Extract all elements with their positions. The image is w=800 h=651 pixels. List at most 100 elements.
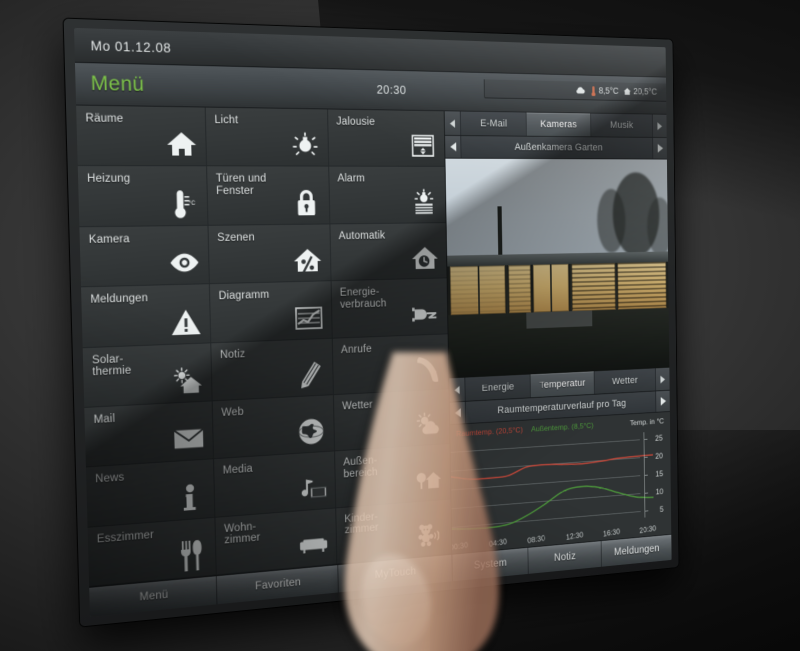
camera-tabs-next-button[interactable] (651, 114, 667, 138)
menu-grid-panel: Räume Licht Jalousie Heizung °C Türen und Fen… (76, 105, 453, 617)
menu-item-esszimmer[interactable]: Esszimmer (87, 517, 217, 587)
menu-item-jalousie[interactable]: Jalousie (328, 109, 445, 168)
menu-item-t-ren-und-fenster[interactable]: Türen und Fenster (207, 166, 331, 226)
lightbulb-icon (290, 130, 320, 160)
chart-y-tick: 25 (655, 433, 663, 443)
menu-item-label: Räume (85, 112, 124, 125)
camera-tree (596, 188, 626, 253)
tab-musik[interactable]: Musik (590, 113, 653, 137)
menu-item-szenen[interactable]: Szenen (208, 224, 332, 285)
menu-item-alarm[interactable]: Alarm (329, 166, 446, 225)
chart-x-tick: 20:30 (639, 523, 657, 535)
music-film-icon (298, 473, 327, 505)
menu-item-label: Mail (93, 413, 116, 426)
menu-item-media[interactable]: Media (214, 451, 337, 518)
menu-item-label: Esszimmer (96, 528, 155, 546)
cutlery-icon (176, 539, 207, 572)
menu-item-label: Alarm (337, 173, 366, 185)
menu-item-label: Automatik (338, 229, 386, 242)
menu-item-wetter[interactable]: Wetter (333, 389, 450, 452)
tree-house-icon (415, 465, 443, 496)
envelope-icon (173, 423, 204, 455)
nav-button-system[interactable]: System (452, 547, 529, 582)
warning-triangle-icon (170, 306, 201, 338)
cloud-icon (576, 86, 586, 95)
menu-item-news[interactable]: News (85, 459, 216, 528)
chart-y-axis-label: Temp. in °C (629, 416, 665, 428)
blinds-icon (409, 131, 437, 160)
page-title: Menü (90, 72, 145, 96)
menu-item-label: Meldungen (90, 292, 149, 306)
menu-item-au-en-bereich[interactable]: Außen-bereich (335, 444, 451, 509)
menu-item-automatik[interactable]: Automatik (330, 222, 447, 282)
chart-prev-button[interactable] (449, 401, 467, 425)
camera-prev-button[interactable] (445, 135, 462, 158)
menu-item-solar-thermie[interactable]: Solar-thermie (82, 342, 213, 408)
power-plug-icon (412, 299, 440, 329)
menu-item-kinder-zimmer[interactable]: Kinder-zimmer (336, 499, 452, 565)
camera-next-button[interactable] (652, 137, 668, 159)
camera-subtitle: Außenkamera Garten (514, 141, 603, 154)
chart-y-tick: 10 (655, 486, 664, 497)
camera-chimney (497, 206, 503, 259)
camera-subtitle-row: Außenkamera Garten (445, 135, 668, 160)
camera-facade (447, 261, 669, 315)
globe-icon (296, 416, 325, 447)
menu-item-energie-verbrauch[interactable]: Energie-verbrauch (331, 278, 448, 339)
pencil-icon (295, 359, 325, 390)
tab-temperatur[interactable]: Temperatur (530, 371, 595, 398)
house-clock-icon (411, 243, 439, 273)
tab-kameras[interactable]: Kameras (526, 112, 592, 137)
tab-email[interactable]: E-Mail (460, 111, 528, 136)
nav-button-notiz[interactable]: Notiz (528, 541, 602, 574)
house-icon (623, 87, 632, 96)
menu-item-mail[interactable]: Mail (84, 401, 215, 468)
menu-item-label: Solar-thermie (91, 352, 132, 379)
chart-plot-area (450, 433, 640, 535)
menu-grid: Räume Licht Jalousie Heizung °C Türen und Fen… (76, 105, 452, 587)
tab-energie[interactable]: Energie (465, 374, 532, 401)
sofa-icon (299, 529, 328, 561)
house-icon (166, 129, 198, 160)
chart-y-tick: 5 (659, 504, 664, 514)
menu-item-kamera[interactable]: Kamera (79, 225, 210, 288)
chart-y-tick: 20 (655, 451, 663, 461)
menu-item-label: Licht (214, 114, 239, 127)
camera-live-image[interactable] (445, 158, 670, 379)
chart-y-tick: 15 (655, 469, 664, 479)
chart-tabs-next-button[interactable] (654, 367, 670, 391)
siren-icon (410, 187, 438, 216)
menu-item-diagramm[interactable]: Diagramm (209, 281, 333, 343)
outdoor-temperature: 8,5°C (591, 85, 619, 96)
legend-room-temp: Raumtemp. (20,5°C) (456, 425, 524, 439)
touch-panel-screen: Mo 01.12.08 Menü 20:30 8,5°C 20,5°C Räum… (74, 27, 672, 617)
chart-x-tick: 04:30 (488, 536, 508, 549)
indoor-temperature: 20,5°C (623, 87, 657, 97)
menu-item-r-ume[interactable]: Räume (76, 105, 208, 167)
nav-button-meldungen[interactable]: Meldungen (602, 535, 672, 567)
menu-item-label: Wetter (342, 399, 373, 413)
eye-icon (169, 247, 200, 278)
chart-next-button[interactable] (655, 390, 670, 412)
sun-cloud-icon (414, 410, 442, 440)
menu-item-meldungen[interactable]: Meldungen (81, 284, 212, 348)
sun-house-icon (172, 365, 203, 397)
menu-item-label: Media (222, 463, 253, 477)
menu-item-label: Energie-verbrauch (339, 286, 387, 311)
screen-body: Räume Licht Jalousie Heizung °C Türen und Fen… (76, 105, 672, 617)
menu-item-heizung[interactable]: Heizung °C (77, 166, 209, 228)
chart-x-tick: 12:30 (565, 530, 584, 542)
menu-item-label: Kinder-zimmer (344, 511, 379, 537)
camera-tabs-prev-button[interactable] (444, 111, 462, 136)
thermometer-icon (591, 85, 597, 96)
menu-item-licht[interactable]: Licht (205, 107, 330, 167)
menu-item-wohn-zimmer[interactable]: Wohn-zimmer (215, 508, 338, 576)
menu-item-label: Heizung (87, 173, 131, 186)
menu-item-notiz[interactable]: Notiz (211, 338, 334, 402)
chart-tabs-prev-button[interactable] (449, 377, 466, 402)
tab-wetter[interactable]: Wetter (594, 368, 656, 394)
menu-item-web[interactable]: Web (212, 394, 336, 460)
menu-item-anrufe[interactable]: Anrufe (332, 333, 449, 395)
menu-item-label: Kamera (88, 233, 130, 246)
status-strip: 8,5°C 20,5°C (483, 79, 667, 102)
